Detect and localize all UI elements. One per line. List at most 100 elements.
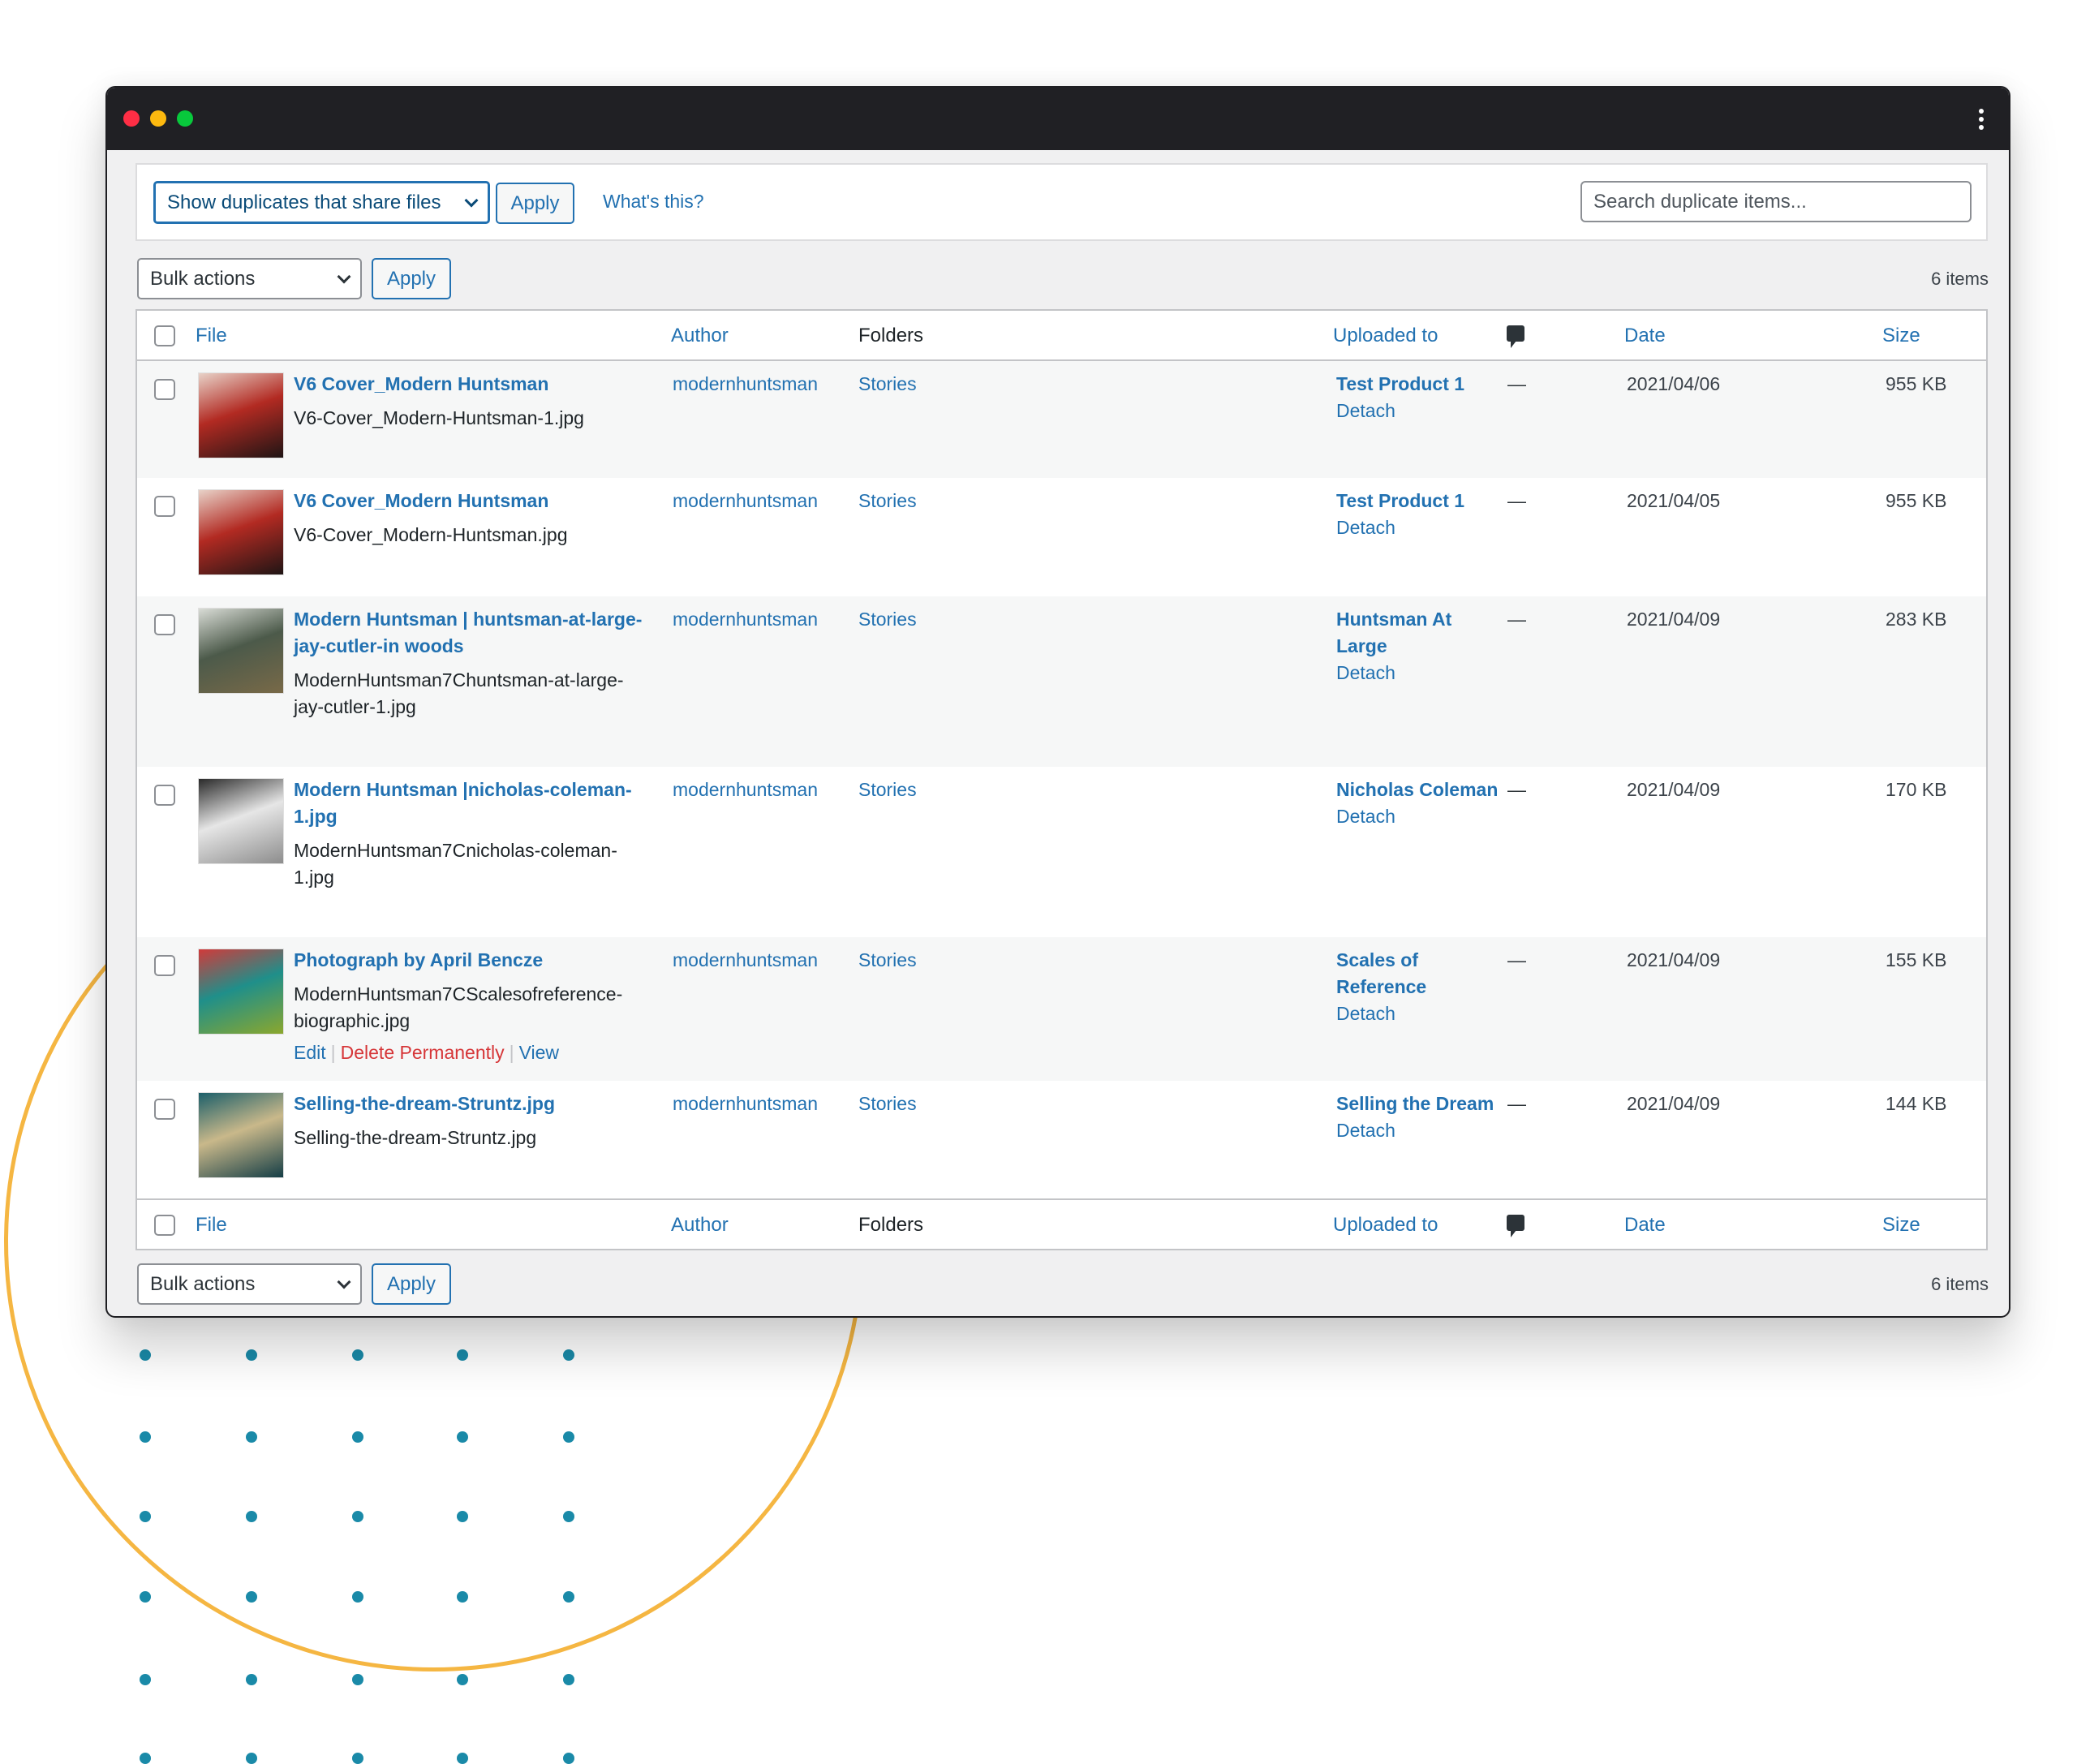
duplicates-table: File Author Folders Uploaded to Date Siz… [135, 309, 1988, 1250]
uploaded-to-link[interactable]: Huntsman At Large [1336, 606, 1499, 660]
file-title-link[interactable]: Modern Huntsman | huntsman-at-large-jay-… [294, 606, 643, 660]
column-footer-size[interactable]: Size [1882, 1211, 1920, 1238]
uploaded-to-cell: Test Product 1 Detach [1336, 371, 1499, 424]
maximize-window-button[interactable] [177, 110, 193, 127]
upload-date: 2021/04/05 [1627, 490, 1721, 511]
column-header-uploaded-to[interactable]: Uploaded to [1333, 322, 1438, 349]
folder-link[interactable]: Stories [858, 371, 917, 398]
bulk-apply-button-top[interactable]: Apply [372, 258, 451, 299]
column-header-size[interactable]: Size [1882, 322, 1920, 349]
select-all-checkbox-footer[interactable] [154, 1215, 175, 1236]
comment-bubble-icon[interactable] [1507, 1215, 1524, 1237]
folder-link[interactable]: Stories [858, 947, 917, 974]
file-size: 955 KB [1886, 490, 1947, 511]
folder-link[interactable]: Stories [858, 488, 917, 514]
items-count-bottom: 6 items [1931, 1274, 1989, 1294]
decorative-dot [457, 1674, 468, 1685]
decorative-dot [352, 1674, 363, 1685]
column-header-date[interactable]: Date [1624, 322, 1666, 349]
detach-link[interactable]: Detach [1336, 1117, 1499, 1144]
detach-link[interactable]: Detach [1336, 398, 1499, 424]
detach-link[interactable]: Detach [1336, 1000, 1499, 1027]
uploaded-to-link[interactable]: Scales of Reference [1336, 947, 1499, 1000]
row-checkbox[interactable] [154, 496, 175, 517]
column-footer-date[interactable]: Date [1624, 1211, 1666, 1238]
row-checkbox[interactable] [154, 955, 175, 976]
minimize-window-button[interactable] [150, 110, 166, 127]
row-checkbox[interactable] [154, 1099, 175, 1120]
filter-apply-button[interactable]: Apply [496, 183, 574, 224]
file-cell: V6 Cover_Modern Huntsman V6-Cover_Modern-… [294, 488, 643, 549]
author-link[interactable]: modernhuntsman [673, 371, 818, 398]
thumbnail-image[interactable] [198, 608, 284, 694]
decorative-dot [352, 1511, 363, 1522]
column-footer-author[interactable]: Author [671, 1211, 729, 1238]
kebab-menu-icon[interactable] [1978, 109, 1985, 130]
uploaded-to-link[interactable]: Test Product 1 [1336, 488, 1499, 514]
file-name: ModernHuntsman7Cnicholas-coleman-1.jpg [294, 840, 617, 888]
decorative-dot [457, 1511, 468, 1522]
edit-link[interactable]: Edit [294, 1042, 326, 1063]
file-title-link[interactable]: V6 Cover_Modern Huntsman [294, 371, 643, 398]
column-header-file[interactable]: File [196, 322, 227, 349]
upload-date: 2021/04/09 [1627, 779, 1721, 800]
file-name: V6-Cover_Modern-Huntsman.jpg [294, 524, 568, 545]
file-title-link[interactable]: Selling-the-dream-Struntz.jpg [294, 1091, 643, 1117]
file-title-link[interactable]: Modern Huntsman |nicholas-coleman-1.jpg [294, 777, 643, 830]
file-title-link[interactable]: Photograph by April Bencze [294, 947, 643, 974]
file-title-link[interactable]: V6 Cover_Modern Huntsman [294, 488, 643, 514]
items-count-top: 6 items [1931, 269, 1989, 289]
folder-link[interactable]: Stories [858, 777, 917, 803]
whats-this-link[interactable]: What's this? [603, 191, 704, 213]
delete-permanently-link[interactable]: Delete Permanently [341, 1042, 505, 1063]
decorative-dot [563, 1674, 574, 1685]
detach-link[interactable]: Detach [1336, 514, 1499, 541]
uploaded-to-link[interactable]: Nicholas Coleman [1336, 777, 1499, 803]
duplicates-view-select[interactable]: Show duplicates that share files [153, 181, 490, 224]
author-link[interactable]: modernhuntsman [673, 488, 818, 514]
detach-link[interactable]: Detach [1336, 660, 1499, 686]
thumbnail-image[interactable] [198, 372, 284, 458]
thumbnail-image[interactable] [198, 1092, 284, 1178]
uploaded-to-cell: Selling the Dream Detach [1336, 1091, 1499, 1144]
close-window-button[interactable] [123, 110, 140, 127]
detach-link[interactable]: Detach [1336, 803, 1499, 830]
author-link[interactable]: modernhuntsman [673, 606, 818, 633]
thumbnail-image[interactable] [198, 778, 284, 864]
folder-link[interactable]: Stories [858, 606, 917, 633]
uploaded-to-link[interactable]: Test Product 1 [1336, 371, 1499, 398]
view-link[interactable]: View [519, 1042, 559, 1063]
search-duplicates-input[interactable] [1580, 181, 1972, 222]
comment-count: — [1507, 373, 1526, 394]
author-link[interactable]: modernhuntsman [673, 777, 818, 803]
column-footer-file[interactable]: File [196, 1211, 227, 1238]
table-body: V6 Cover_Modern Huntsman V6-Cover_Modern-… [137, 361, 1986, 1198]
row-checkbox[interactable] [154, 785, 175, 806]
author-link[interactable]: modernhuntsman [673, 1091, 818, 1117]
comment-bubble-icon[interactable] [1507, 325, 1524, 348]
uploaded-to-link[interactable]: Selling the Dream [1336, 1091, 1499, 1117]
author-link[interactable]: modernhuntsman [673, 947, 818, 974]
folder-link[interactable]: Stories [858, 1091, 917, 1117]
table-row: V6 Cover_Modern Huntsman V6-Cover_Modern-… [137, 478, 1986, 596]
bulk-actions-select-bottom[interactable]: Bulk actions [137, 1263, 362, 1305]
bulk-actions-select-top[interactable]: Bulk actions [137, 258, 362, 299]
decorative-dot [352, 1349, 363, 1361]
chevron-down-icon [337, 269, 351, 283]
column-header-author[interactable]: Author [671, 322, 729, 349]
decorative-dot [140, 1753, 151, 1764]
decorative-dot [457, 1753, 468, 1764]
column-footer-uploaded-to[interactable]: Uploaded to [1333, 1211, 1438, 1238]
select-all-checkbox[interactable] [154, 325, 175, 346]
bulk-apply-button-bottom[interactable]: Apply [372, 1263, 451, 1305]
bulk-actions-select-value: Bulk actions [150, 1272, 256, 1295]
decorative-dot [246, 1753, 257, 1764]
thumbnail-image[interactable] [198, 489, 284, 575]
uploaded-to-cell: Scales of Reference Detach [1336, 947, 1499, 1027]
row-checkbox[interactable] [154, 379, 175, 400]
table-row: V6 Cover_Modern Huntsman V6-Cover_Modern-… [137, 361, 1986, 478]
column-header-folders: Folders [858, 325, 924, 346]
uploaded-to-cell: Test Product 1 Detach [1336, 488, 1499, 541]
thumbnail-image[interactable] [198, 949, 284, 1035]
row-checkbox[interactable] [154, 614, 175, 635]
